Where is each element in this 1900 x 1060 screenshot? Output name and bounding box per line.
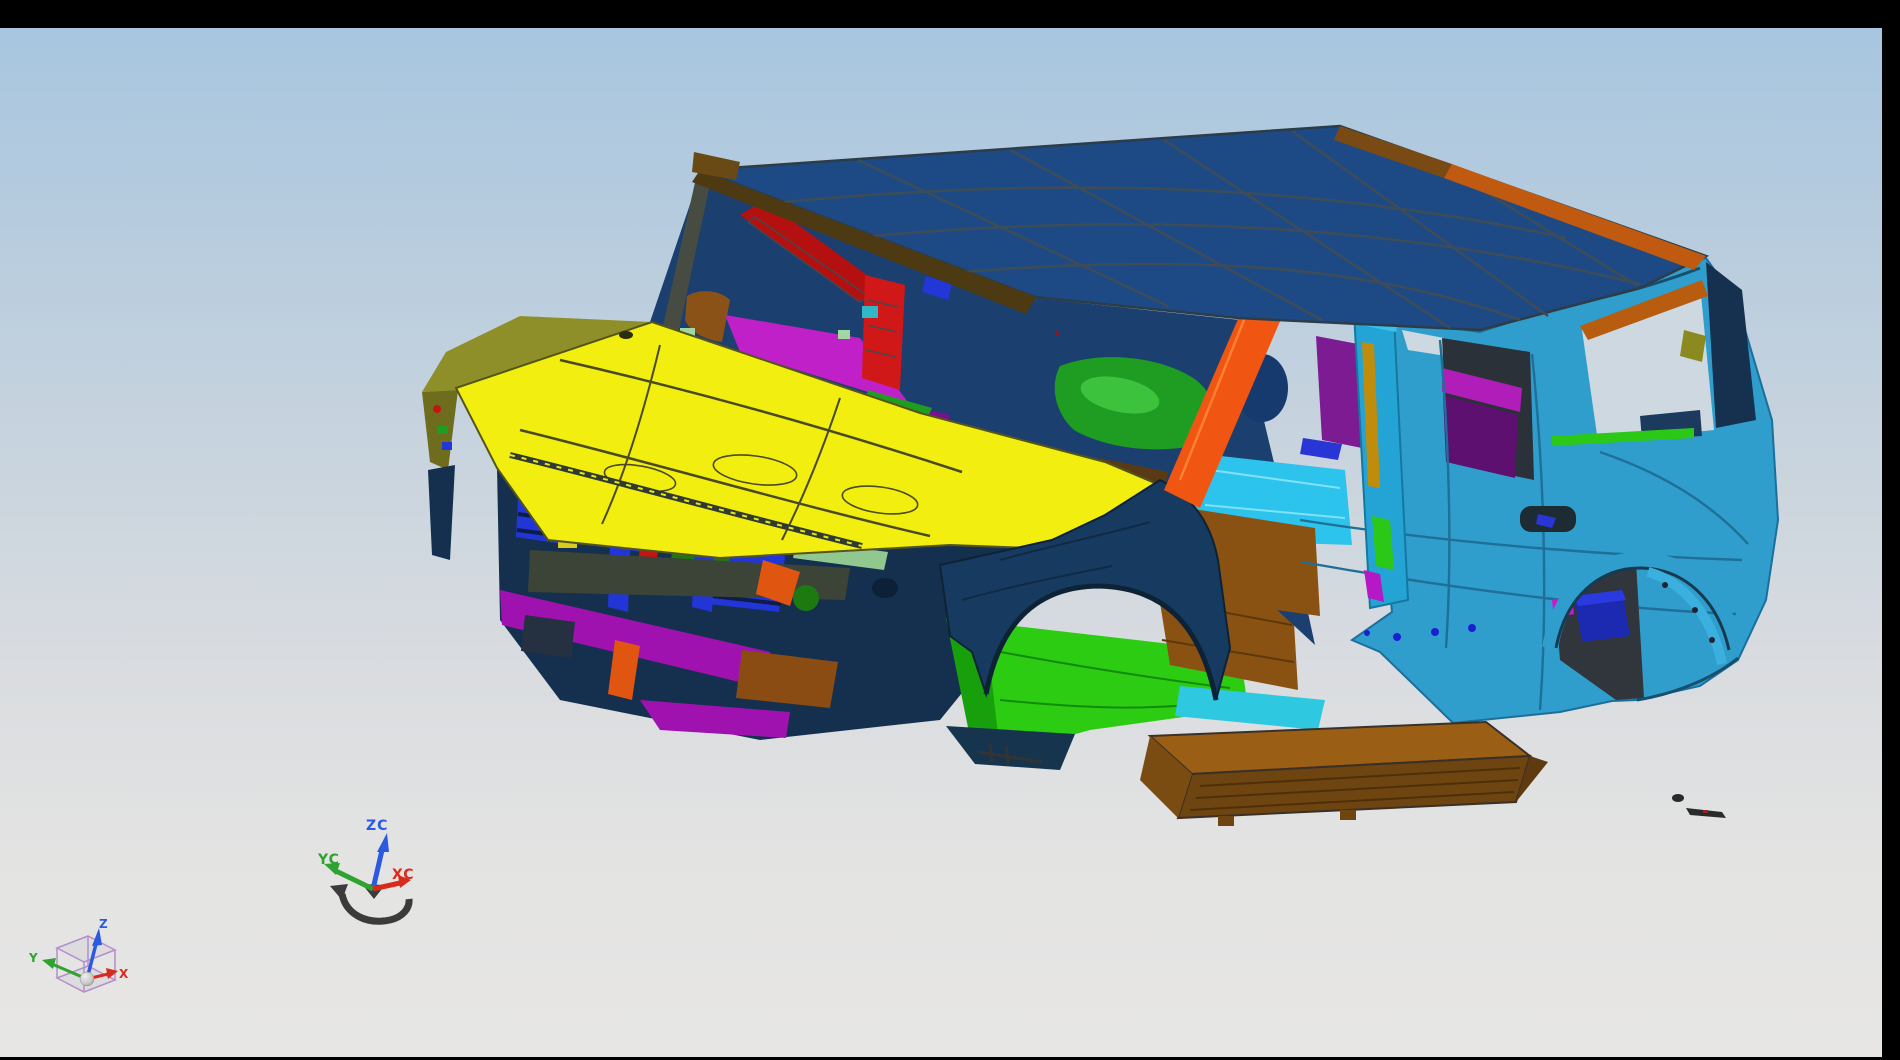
wcs-yc-label[interactable]: YC: [317, 852, 340, 868]
plug-dot-3: [1468, 624, 1476, 632]
tow-hole[interactable]: [872, 578, 898, 598]
right-frame-bar: [1882, 0, 1900, 1060]
top-frame-bar: [0, 0, 1900, 28]
door-inner-purple[interactable]: [1316, 336, 1362, 448]
beam-hole-green[interactable]: [793, 585, 819, 611]
datum-x-label[interactable]: X: [119, 967, 129, 981]
teal-bit[interactable]: [862, 306, 878, 318]
datum-z-label[interactable]: Z: [99, 917, 108, 931]
cowl-green-speck[interactable]: [438, 426, 448, 434]
dark-tab[interactable]: [521, 615, 575, 658]
wcs-zc-label[interactable]: ZC: [366, 818, 388, 834]
debris-dot[interactable]: [1672, 794, 1684, 802]
cad-application-window: ZC YC XC Z Y X: [0, 0, 1900, 1060]
cowl-blue-speck[interactable]: [442, 442, 452, 450]
plug-dot-2: [1431, 628, 1439, 636]
board-foot-1: [1218, 816, 1234, 826]
board-foot-2: [1340, 810, 1356, 820]
hood-hole: [619, 331, 633, 339]
dash-red-member[interactable]: [862, 275, 905, 390]
datum-origin-sphere[interactable]: [80, 972, 94, 986]
arch-bolt-2: [1692, 607, 1698, 613]
pale-speck-1[interactable]: [838, 330, 850, 339]
cowl-red-speck[interactable]: [433, 405, 441, 413]
datum-y-label[interactable]: Y: [28, 951, 38, 965]
plug-dot-4: [1364, 630, 1370, 636]
arch-bolt-3: [1709, 637, 1715, 643]
graphics-window[interactable]: ZC YC XC Z Y X: [0, 0, 1900, 1060]
arch-bolt-1: [1662, 582, 1668, 588]
debris-red-speck: [1703, 810, 1708, 813]
plug-dot-1: [1393, 633, 1401, 641]
wcs-xc-label[interactable]: XC: [392, 867, 415, 883]
